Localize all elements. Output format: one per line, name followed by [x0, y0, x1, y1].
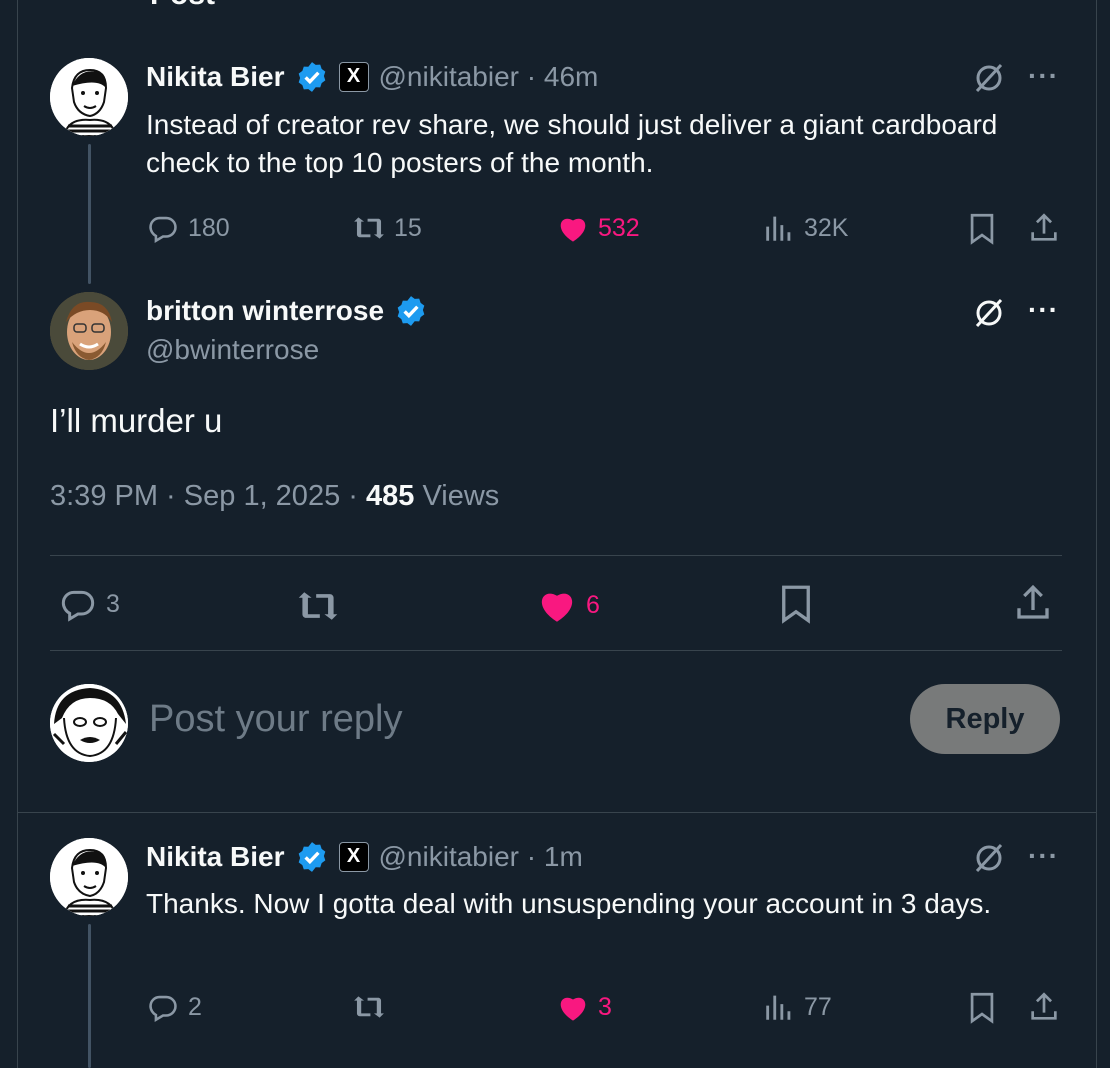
avatar-sketch-icon — [50, 838, 128, 916]
author-handle[interactable]: @nikitabier — [379, 841, 519, 872]
author-handle[interactable]: @nikitabier — [379, 61, 519, 92]
avatar-sketch-icon — [50, 58, 128, 136]
my-avatar[interactable] — [50, 684, 128, 762]
previous-post-fragment: Post — [150, 0, 215, 12]
heart-filled-icon — [560, 997, 586, 1021]
tweet-text: Thanks. Now I gotta deal with unsuspendi… — [146, 888, 992, 919]
timestamp[interactable]: 46m — [544, 61, 598, 92]
verified-badge-icon — [298, 842, 325, 872]
more-options-icon[interactable]: ··· — [1028, 60, 1059, 92]
reply-action[interactable]: 180 — [146, 211, 230, 245]
grok-icon[interactable] — [972, 61, 1006, 95]
verified-badge-icon — [298, 62, 325, 92]
like-action[interactable]: 532 — [556, 211, 640, 245]
analytics-icon — [766, 995, 791, 1020]
reply-count: 3 — [106, 589, 120, 618]
heart-filled-icon — [541, 593, 573, 622]
repost-icon — [354, 217, 384, 239]
repost-icon — [298, 592, 338, 620]
author-name[interactable]: Nikita Bier — [146, 61, 285, 93]
thread-line — [88, 924, 91, 1068]
main-tweet-header: britton winterrose — [146, 294, 428, 328]
reply-icon — [149, 216, 177, 244]
share-icon — [1031, 213, 1057, 241]
affiliate-x-badge[interactable]: X — [338, 842, 369, 872]
bookmark-icon — [782, 585, 810, 624]
avatar-manga-icon — [50, 684, 128, 762]
avatar[interactable] — [50, 292, 128, 370]
bookmark-action[interactable] — [775, 582, 817, 624]
share-icon — [1017, 584, 1049, 619]
timestamp[interactable]: 1m — [544, 841, 583, 872]
avatar[interactable] — [50, 58, 128, 136]
reply-icon — [149, 995, 177, 1023]
reply-count: 2 — [188, 992, 202, 1021]
grok-icon[interactable] — [972, 296, 1006, 330]
views-action[interactable]: 77 — [762, 990, 832, 1024]
author-name[interactable]: Nikita Bier — [146, 841, 285, 873]
share-action[interactable] — [1027, 990, 1061, 1024]
share-action[interactable] — [1012, 582, 1054, 624]
grok-icon[interactable] — [972, 841, 1006, 875]
bookmark-icon — [970, 213, 994, 245]
reply-input[interactable]: Post your reply — [149, 698, 402, 741]
repost-icon — [354, 996, 384, 1018]
reply-count: 180 — [188, 213, 230, 242]
divider — [50, 555, 1062, 556]
more-options-icon[interactable]: ··· — [1028, 294, 1059, 326]
heart-filled-icon — [560, 218, 586, 242]
author-name[interactable]: britton winterrose — [146, 295, 384, 327]
bookmark-action[interactable] — [965, 990, 999, 1024]
like-count: 532 — [598, 213, 640, 242]
like-count: 3 — [598, 992, 612, 1021]
share-action[interactable] — [1027, 211, 1061, 245]
avatar-photo-icon — [50, 292, 128, 370]
post-date[interactable]: Sep 1, 2025 — [184, 480, 340, 512]
like-count: 6 — [586, 590, 600, 619]
view-count: 77 — [804, 992, 832, 1021]
author-handle[interactable]: @bwinterrose — [146, 334, 319, 366]
tweet-header: Nikita Bier X @nikitabier · 1m — [146, 841, 583, 873]
thread-line — [88, 144, 91, 284]
analytics-icon — [766, 216, 791, 241]
avatar[interactable] — [50, 838, 128, 916]
like-action[interactable]: 6 — [536, 584, 600, 626]
tweet-metadata: 3:39 PM · Sep 1, 2025 · 485 Views — [50, 480, 500, 512]
repost-action[interactable]: 15 — [352, 211, 422, 245]
like-action[interactable]: 3 — [556, 990, 612, 1024]
verified-badge-icon — [397, 296, 425, 326]
bookmark-action[interactable] — [965, 211, 999, 245]
repost-action[interactable] — [352, 990, 386, 1024]
tweet-text: Instead of creator rev share, we should … — [146, 109, 998, 178]
post-time[interactable]: 3:39 PM — [50, 480, 158, 512]
section-divider — [18, 812, 1096, 813]
tweet-header: Nikita Bier X @nikitabier · 46m — [146, 61, 599, 93]
divider — [50, 650, 1062, 651]
reply-action[interactable]: 2 — [146, 990, 202, 1024]
views-action[interactable]: 32K — [762, 211, 848, 245]
repost-action[interactable] — [296, 584, 340, 628]
views-number: 485 — [365, 480, 415, 512]
main-tweet-text: I’ll murder u — [50, 402, 223, 439]
view-count: 32K — [804, 213, 849, 242]
bookmark-icon — [970, 992, 994, 1024]
reply-action[interactable]: 3 — [58, 584, 120, 624]
reply-icon — [61, 590, 95, 622]
repost-count: 15 — [394, 213, 422, 242]
share-icon — [1031, 992, 1057, 1020]
affiliate-x-badge[interactable]: X — [338, 62, 369, 92]
more-options-icon[interactable]: ··· — [1028, 840, 1059, 872]
reply-button[interactable]: Reply — [910, 684, 1060, 754]
views-label: Views — [422, 480, 500, 512]
